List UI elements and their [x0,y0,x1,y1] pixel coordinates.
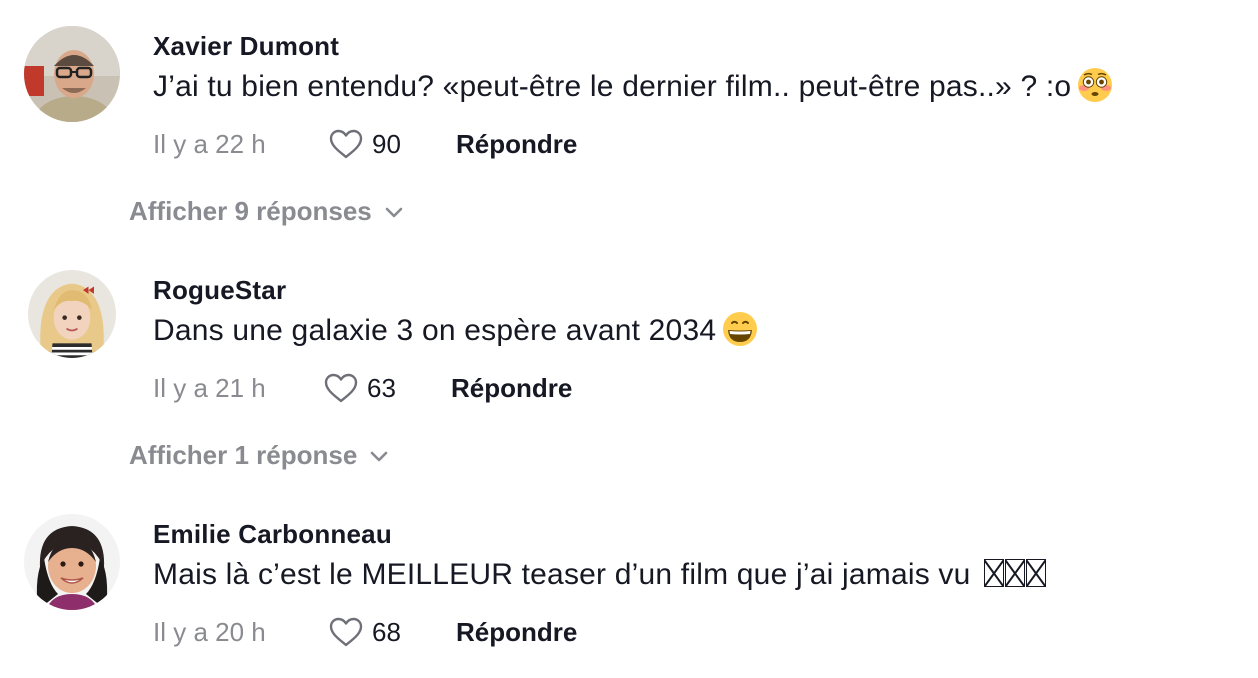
comment-meta: Il y a 20 h 68 Répondre [153,612,577,652]
reply-button[interactable]: Répondre [456,617,577,648]
avatar-image [28,270,116,358]
heart-outline-icon [329,617,363,647]
chevron-down-icon [370,451,388,461]
view-replies-label: Afficher 1 réponse [129,440,358,470]
comment-timestamp: Il y a 20 h [153,616,266,647]
heart-outline-icon [324,373,358,403]
like-button[interactable]: 90 [328,128,444,160]
comment-timestamp: Il y a 21 h [153,372,266,403]
comment-timestamp: Il y a 22 h [153,128,266,159]
heart-outline-icon [329,129,363,159]
missing-glyph-icon [984,559,1005,588]
chevron-down-icon [385,207,403,217]
view-replies-button[interactable]: Afficher 1 réponse [129,440,389,471]
comment-username[interactable]: Emilie Carbonneau [153,519,392,550]
comment-text: Dans une galaxie 3 on espère avant 2034 [153,311,758,350]
like-button[interactable]: 63 [323,372,439,404]
missing-glyph-icon [1026,559,1047,588]
avatar-image [24,26,120,122]
avatar-image [24,514,120,610]
like-count: 63 [367,372,396,403]
comment-meta: Il y a 22 h 90 Répondre [153,124,577,164]
flushed-face-emoji [1077,67,1113,103]
comment-username[interactable]: RogueStar [153,275,286,306]
comment-text-content: J’ai tu bien entendu? «peut-être le dern… [153,70,1072,103]
view-replies-button[interactable]: Afficher 9 réponses [129,196,404,227]
missing-glyph-boxes [983,558,1047,591]
avatar[interactable] [24,26,120,122]
comment-text-content: Mais là c’est le MEILLEUR teaser d’un fi… [153,558,971,591]
missing-glyph-icon [1005,559,1026,588]
comment-username[interactable]: Xavier Dumont [153,31,339,62]
comment-text: Mais là c’est le MEILLEUR teaser d’un fi… [153,558,1047,592]
like-count: 90 [372,128,401,159]
avatar[interactable] [24,514,120,610]
reply-button[interactable]: Répondre [451,373,572,404]
comment-meta: Il y a 21 h 63 Répondre [153,368,572,408]
comment-text: J’ai tu bien entendu? «peut-être le dern… [153,67,1113,106]
grinning-face-emoji [722,311,758,347]
like-button[interactable]: 68 [328,616,444,648]
avatar[interactable] [28,270,116,358]
like-count: 68 [372,616,401,647]
reply-button[interactable]: Répondre [456,129,577,160]
view-replies-label: Afficher 9 réponses [129,196,372,226]
comment-text-content: Dans une galaxie 3 on espère avant 2034 [153,314,717,347]
